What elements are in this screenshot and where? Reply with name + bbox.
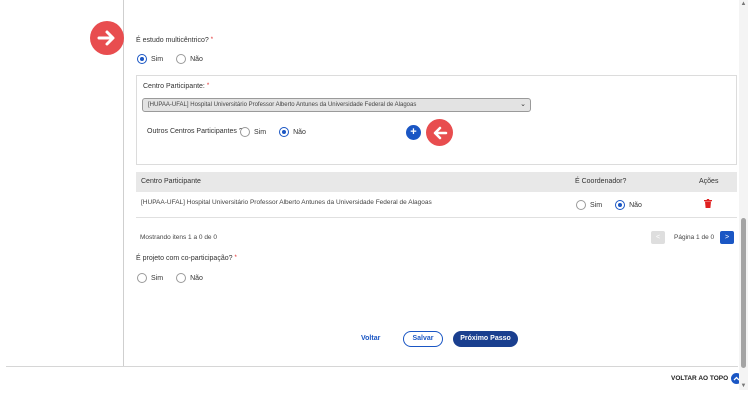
coordenador-nao-option[interactable]: Não [615, 200, 642, 210]
scroll-down-icon[interactable]: ▼ [740, 383, 747, 389]
plus-icon: + [410, 126, 417, 138]
row-centro-name: [HUPAA-UFAL] Hospital Universitário Prof… [141, 199, 432, 206]
coparticipacao-nao-radio[interactable] [176, 273, 187, 283]
table-header: Centro Participante É Coordenador? Ações [136, 172, 737, 192]
multicentrico-sim-radio[interactable] [137, 54, 147, 64]
outros-centros-radio-group: Sim Não [240, 127, 319, 137]
header-coordenador: É Coordenador? [575, 178, 627, 185]
centros-table: Centro Participante É Coordenador? Ações… [136, 172, 737, 218]
centro-participante-label: Centro Participante: * [143, 83, 210, 90]
outros-centros-nao-radio[interactable] [279, 127, 290, 137]
outros-centros-label: Outros Centros Participantes ? [147, 128, 243, 135]
multicentrico-sim-option[interactable]: Sim [137, 54, 163, 64]
coordenador-radio-group: Sim Não [576, 200, 655, 210]
voltar-button[interactable]: Voltar [361, 335, 380, 342]
multicentrico-nao-radio[interactable] [176, 54, 187, 64]
pager-next-button[interactable]: > [720, 231, 734, 244]
multicentrico-nao-option[interactable]: Não [176, 54, 203, 64]
back-to-top-link[interactable]: VOLTAR AO TOPO [671, 373, 743, 384]
scroll-up-icon[interactable]: ▲ [740, 1, 747, 7]
pager-info: Mostrando itens 1 a 0 de 0 [140, 234, 217, 241]
centro-participante-select[interactable]: [HUPAA-UFAL] Hospital Universitário Prof… [142, 98, 531, 112]
arrow-right-icon [90, 21, 124, 55]
header-centro: Centro Participante [141, 178, 201, 185]
outros-centros-sim-option[interactable]: Sim [240, 127, 266, 137]
coordenador-nao-radio[interactable] [615, 200, 626, 210]
coordenador-sim-option[interactable]: Sim [576, 200, 602, 210]
page-scrollbar[interactable]: ▲ ▼ [739, 0, 748, 390]
pager-prev-button[interactable]: < [651, 231, 665, 244]
content-bottom-border [6, 366, 738, 367]
coparticipacao-nao-option[interactable]: Não [176, 273, 203, 283]
trash-icon[interactable] [704, 199, 712, 208]
pager-label: Página 1 de 0 [674, 234, 715, 241]
arrow-left-icon [426, 119, 453, 146]
outros-centros-nao-option[interactable]: Não [279, 127, 306, 137]
coordenador-sim-radio[interactable] [576, 200, 586, 210]
content-left-border [123, 0, 124, 366]
proximo-passo-button[interactable]: Próximo Passo [453, 331, 518, 347]
coparticipacao-label: É projeto com co-participação? * [136, 255, 237, 262]
coparticipacao-sim-option[interactable]: Sim [137, 273, 163, 283]
chevron-down-icon: ⌄ [520, 101, 526, 108]
header-acoes: Ações [699, 178, 719, 185]
multicentrico-label: É estudo multicêntrico? * [136, 37, 214, 44]
coparticipacao-radio-group: Sim Não [137, 273, 216, 283]
scroll-thumb[interactable] [741, 218, 746, 368]
salvar-button[interactable]: Salvar [403, 331, 443, 347]
coparticipacao-sim-radio[interactable] [137, 273, 147, 283]
outros-centros-sim-radio[interactable] [240, 127, 250, 137]
add-centro-button[interactable]: + [406, 125, 421, 140]
multicentrico-radio-group: Sim Não [137, 54, 216, 64]
table-row: [HUPAA-UFAL] Hospital Universitário Prof… [136, 192, 737, 218]
